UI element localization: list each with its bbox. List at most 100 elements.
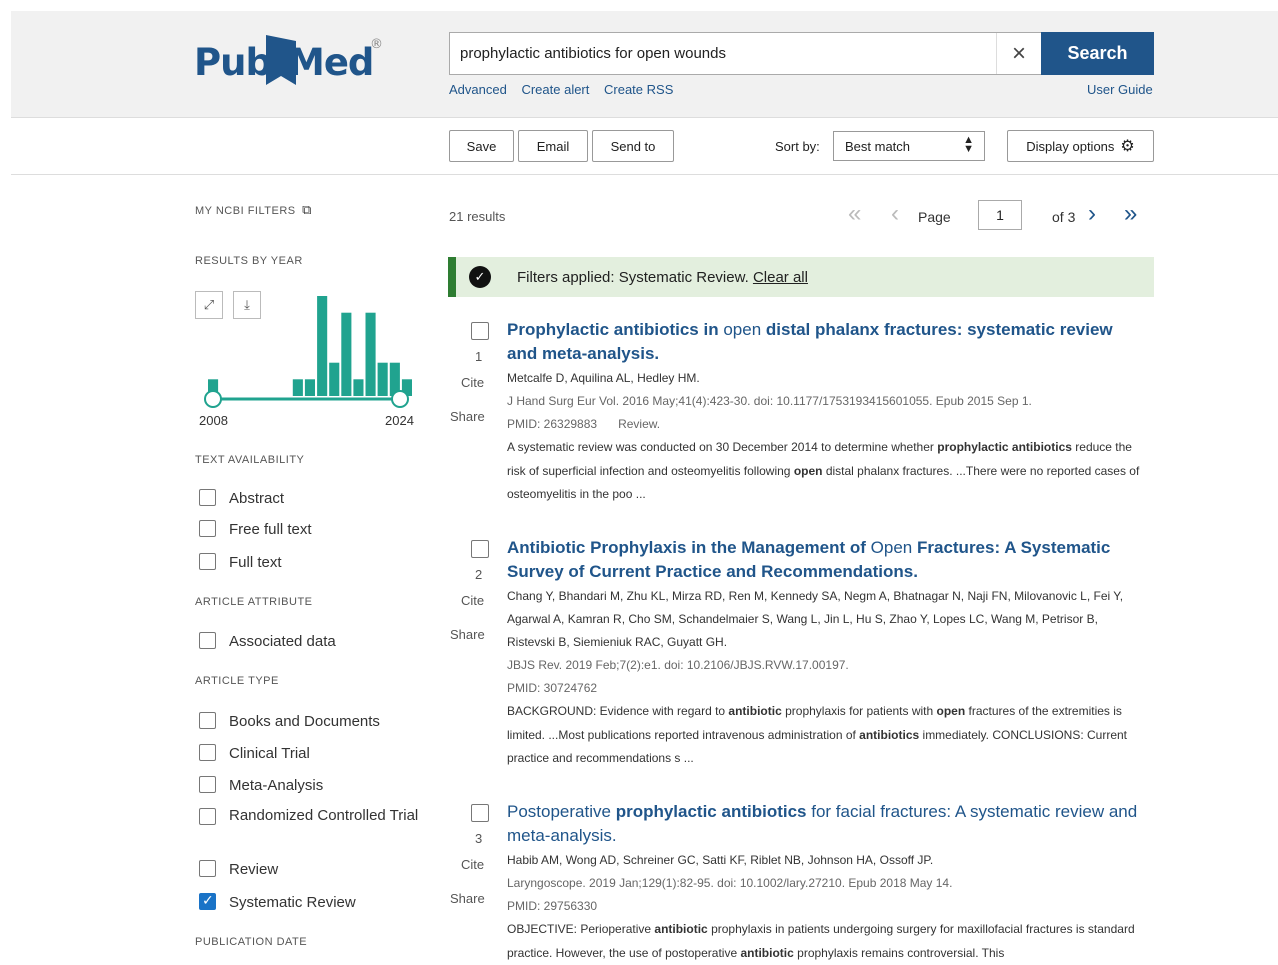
publication-date-heading: PUBLICATION DATE bbox=[195, 936, 308, 948]
result-authors: Chang Y, Bhandari M, Zhu KL, Mirza RD, R… bbox=[507, 589, 1124, 649]
pubmed-logo[interactable]: Pub Med ® bbox=[194, 33, 394, 95]
result-pmid: PMID: 29756330 bbox=[507, 899, 598, 913]
result-checkbox[interactable] bbox=[471, 540, 489, 558]
year-start-label: 2008 bbox=[199, 413, 228, 428]
display-options-button[interactable]: Display options ⚙ bbox=[1007, 130, 1154, 162]
result-title-link[interactable]: Postoperative prophylactic antibiotics f… bbox=[507, 800, 1147, 848]
filter-label: Systematic Review bbox=[229, 894, 356, 911]
checkbox[interactable] bbox=[199, 744, 216, 761]
checkbox[interactable] bbox=[199, 776, 216, 793]
email-button[interactable]: Email bbox=[518, 130, 588, 162]
filter-abstract[interactable]: Abstract bbox=[195, 487, 425, 509]
checkbox[interactable] bbox=[199, 632, 216, 649]
year-bar[interactable] bbox=[341, 312, 352, 396]
filter-books-and-documents[interactable]: Books and Documents bbox=[195, 710, 425, 732]
cite-link[interactable]: Cite bbox=[461, 375, 484, 390]
sort-label: Sort by: bbox=[775, 139, 820, 154]
filter-randomized-controlled-trial[interactable]: Randomized Controlled Trial bbox=[195, 806, 425, 828]
last-page-icon[interactable]: » bbox=[1124, 200, 1137, 228]
filter-label: Full text bbox=[229, 554, 282, 571]
advanced-link[interactable]: Advanced bbox=[449, 82, 507, 97]
cite-link[interactable]: Cite bbox=[461, 593, 484, 608]
check-circle-icon: ✓ bbox=[469, 266, 491, 288]
result-snippet: A systematic review was conducted on 30 … bbox=[507, 440, 1140, 501]
share-link[interactable]: Share bbox=[450, 627, 485, 642]
page-number-input[interactable]: 1 bbox=[978, 200, 1022, 230]
filter-meta-analysis[interactable]: Meta-Analysis bbox=[195, 774, 425, 796]
filter-clinical-trial[interactable]: Clinical Trial bbox=[195, 742, 425, 764]
sort-select[interactable]: Best match ▲ ▼ bbox=[833, 131, 985, 161]
result-citation: J Hand Surg Eur Vol. 2016 May;41(4):423-… bbox=[507, 394, 1032, 408]
filter-label: Free full text bbox=[229, 521, 312, 538]
result-checkbox[interactable] bbox=[471, 804, 489, 822]
checkbox[interactable] bbox=[199, 860, 216, 877]
search-links: Advanced Create alert Create RSS bbox=[449, 82, 684, 97]
range-start-handle[interactable] bbox=[204, 390, 222, 408]
result-authors: Habib AM, Wong AD, Schreiner GC, Satti K… bbox=[507, 853, 934, 867]
year-bar[interactable] bbox=[292, 379, 303, 396]
first-page-icon[interactable]: « bbox=[848, 200, 861, 228]
results-toolbar: Save Email Send to Sort by: Best match ▲… bbox=[11, 118, 1278, 175]
next-page-icon[interactable]: › bbox=[1088, 200, 1096, 228]
filter-label: Randomized Controlled Trial bbox=[229, 807, 419, 824]
result-pmid: PMID: 26329883 Review. bbox=[507, 417, 661, 431]
filters-applied-text: Filters applied: Systematic Review. bbox=[517, 269, 749, 286]
user-guide-link[interactable]: User Guide bbox=[1087, 82, 1153, 97]
filter-systematic-review[interactable]: Systematic Review bbox=[195, 891, 425, 913]
cite-link[interactable]: Cite bbox=[461, 857, 484, 872]
search-button[interactable]: Search bbox=[1041, 32, 1154, 75]
filter-label: Clinical Trial bbox=[229, 745, 310, 762]
year-bar[interactable] bbox=[304, 379, 315, 396]
filter-label: Associated data bbox=[229, 633, 336, 650]
filter-free-full-text[interactable]: Free full text bbox=[195, 518, 425, 540]
clear-all-link[interactable]: Clear all bbox=[753, 269, 808, 286]
result-pmid: PMID: 30724762 bbox=[507, 681, 598, 695]
checkbox[interactable] bbox=[199, 489, 216, 506]
share-link[interactable]: Share bbox=[450, 409, 485, 424]
gear-icon: ⚙ bbox=[1120, 138, 1135, 155]
result-snippet: BACKGROUND: Evidence with regard to anti… bbox=[507, 704, 1128, 765]
share-link[interactable]: Share bbox=[450, 891, 485, 906]
checkbox[interactable] bbox=[199, 808, 216, 825]
filter-review[interactable]: Review bbox=[195, 858, 425, 880]
checkbox[interactable] bbox=[199, 712, 216, 729]
filter-associated-data[interactable]: Associated data bbox=[195, 630, 425, 652]
filters-applied-banner: ✓ Filters applied: Systematic Review. Cl… bbox=[448, 257, 1154, 297]
range-end-handle[interactable] bbox=[391, 390, 409, 408]
result-title-link[interactable]: Prophylactic antibiotics in open distal … bbox=[507, 318, 1147, 366]
result-citation: JBJS Rev. 2019 Feb;7(2):e1. doi: 10.2106… bbox=[507, 658, 849, 672]
filter-label: Meta-Analysis bbox=[229, 777, 324, 794]
year-bar[interactable] bbox=[365, 312, 376, 396]
checkbox[interactable] bbox=[199, 553, 216, 570]
checkbox[interactable] bbox=[199, 892, 216, 910]
external-link-icon: ⧉ bbox=[302, 202, 312, 217]
text-availability-heading: TEXT AVAILABILITY bbox=[195, 454, 305, 466]
results-count: 21 results bbox=[449, 209, 506, 224]
result-number: 1 bbox=[475, 349, 483, 364]
clear-search-icon[interactable]: × bbox=[996, 33, 1041, 74]
search-input[interactable] bbox=[460, 33, 990, 74]
header: Pub Med ® × Search Advanced Create alert… bbox=[11, 11, 1278, 118]
year-bar[interactable] bbox=[329, 362, 340, 396]
article-type-heading: ARTICLE TYPE bbox=[195, 675, 279, 687]
result-title-link[interactable]: Antibiotic Prophylaxis in the Management… bbox=[507, 536, 1147, 584]
filter-label: Books and Documents bbox=[229, 713, 380, 730]
result-number: 2 bbox=[475, 567, 483, 582]
my-ncbi-filters-link[interactable]: MY NCBI FILTERS ⧉ bbox=[195, 202, 312, 218]
create-rss-link[interactable]: Create RSS bbox=[604, 82, 673, 97]
send-to-button[interactable]: Send to bbox=[592, 130, 674, 162]
result-checkbox[interactable] bbox=[471, 322, 489, 340]
year-bar[interactable] bbox=[317, 296, 328, 396]
result-snippet: OBJECTIVE: Perioperative antibiotic prop… bbox=[507, 922, 1135, 960]
year-bar[interactable] bbox=[353, 379, 364, 396]
filter-full-text[interactable]: Full text bbox=[195, 551, 425, 573]
save-button[interactable]: Save bbox=[449, 130, 514, 162]
result-authors: Metcalfe D, Aquilina AL, Hedley HM. bbox=[507, 371, 700, 385]
result-citation: Laryngoscope. 2019 Jan;129(1):82-95. doi… bbox=[507, 876, 953, 890]
filter-label: Review bbox=[229, 861, 279, 878]
prev-page-icon[interactable]: ‹ bbox=[891, 200, 899, 228]
filter-label: Abstract bbox=[229, 490, 285, 507]
checkbox[interactable] bbox=[199, 520, 216, 537]
create-alert-link[interactable]: Create alert bbox=[521, 82, 589, 97]
year-bar[interactable] bbox=[377, 362, 388, 396]
